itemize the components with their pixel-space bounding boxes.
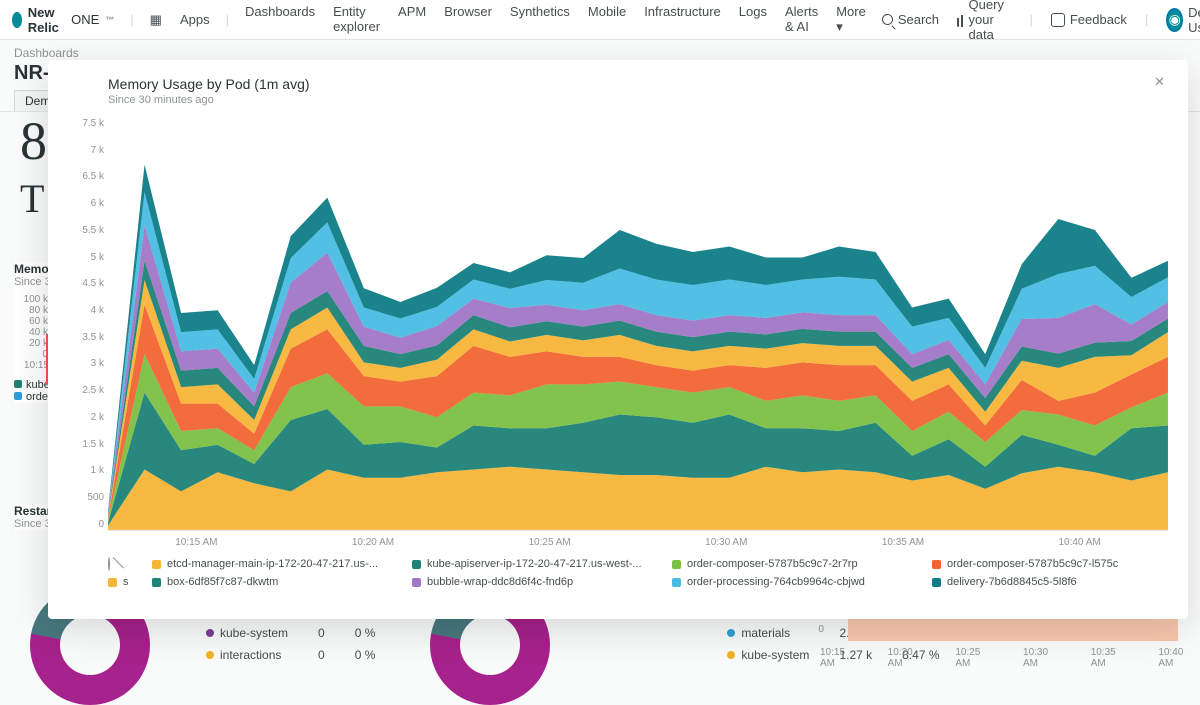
query-link[interactable]: Query your data — [957, 0, 1011, 42]
nav-infrastructure[interactable]: Infrastructure — [644, 4, 721, 35]
nav-browser[interactable]: Browser — [444, 4, 492, 35]
legend-item[interactable]: etcd-manager-main-ip-172-20-47-217.us-..… — [152, 558, 388, 570]
user-menu[interactable]: ◉ Demo User ▾ — [1166, 5, 1200, 35]
close-icon[interactable]: ✕ — [1154, 74, 1172, 92]
modal-subtitle: Since 30 minutes ago — [108, 94, 1168, 106]
nav-links: Dashboards Entity explorer APM Browser Synth… — [245, 4, 866, 35]
search-icon — [882, 14, 893, 25]
legend-item[interactable]: kube-apiserver-ip-172-20-47-217.us-west-… — [412, 558, 648, 570]
top-nav: New Relic ONE ™ | ▦ Apps | DashboardsEnt… — [0, 0, 1200, 40]
feedback-link[interactable]: Feedback — [1051, 12, 1127, 27]
table-row[interactable]: kube-system00 % — [192, 623, 389, 643]
y-axis-labels: 7.5 k7 k6.5 k6 k5.5 k5 k4.5 k4 k3.5 k3 k… — [60, 118, 104, 530]
bottom-xlabels: 10:15 AM10:20 AM10:25 AM10:30 AM10:35 AM… — [820, 647, 1200, 669]
logo-icon — [12, 12, 22, 28]
modal-title: Memory Usage by Pod (1m avg) — [108, 76, 1168, 92]
nav-mobile[interactable]: Mobile — [588, 4, 626, 35]
legend-item[interactable]: order-composer-5787b5c9c7-l575c — [932, 558, 1168, 570]
logo[interactable]: New Relic ONE ™ — [12, 5, 114, 35]
nav-logs[interactable]: Logs — [739, 4, 767, 35]
chart: 7.5 k7 k6.5 k6 k5.5 k5 k4.5 k4 k3.5 k3 k… — [108, 118, 1168, 548]
nav-right: Search Query your data | Feedback | ◉ De… — [882, 0, 1200, 42]
feedback-icon — [1051, 13, 1065, 27]
nav-apm[interactable]: APM — [398, 4, 426, 35]
brand: New Relic — [28, 5, 65, 35]
bg-number: 8 — [20, 110, 47, 172]
table-row[interactable]: interactions00 % — [192, 645, 389, 665]
chart-icon — [957, 13, 963, 27]
legend-item[interactable]: bubble-wrap-ddc8d6f4c-fnd6p — [412, 576, 648, 588]
search-link[interactable]: Search — [882, 12, 939, 27]
legend-item[interactable]: box-6df85f7c87-dkwtm — [152, 576, 388, 588]
chart-modal: ✕ Memory Usage by Pod (1m avg) Since 30 … — [48, 60, 1188, 619]
legend-item[interactable]: order-composer-5787b5c9c7-2r7rp — [672, 558, 908, 570]
x-axis-labels: 10:15 AM10:20 AM10:25 AM10:30 AM10:35 AM… — [108, 537, 1168, 548]
legend-item[interactable]: delivery-7b6d8845c5-5l8f6 — [932, 576, 1168, 588]
nav-entity-explorer[interactable]: Entity explorer — [333, 4, 380, 35]
legend-reset[interactable] — [108, 558, 128, 570]
breadcrumb[interactable]: Dashboards — [0, 40, 1200, 60]
bottom-table-left: kube-system00 %interactions00 % — [190, 621, 391, 667]
nav-synthetics[interactable]: Synthetics — [510, 4, 570, 35]
apps-link[interactable]: ▦ Apps — [150, 12, 210, 28]
chart-legend: etcd-manager-main-ip-172-20-47-217.us-..… — [108, 558, 1168, 588]
nav-more[interactable]: More ▾ — [836, 4, 866, 35]
legend-item[interactable]: order-processing-764cb9964c-cbjwd — [672, 576, 908, 588]
tm: ™ — [105, 15, 114, 25]
brand-one: ONE — [71, 12, 99, 27]
legend-item[interactable]: sms-notification-6c79dd6ddf-cft4n — [108, 576, 128, 588]
chart-plot[interactable] — [108, 118, 1168, 531]
apps-icon: ▦ — [150, 12, 162, 28]
avatar-icon: ◉ — [1166, 8, 1183, 32]
nav-alerts-ai[interactable]: Alerts & AI — [785, 4, 818, 35]
nav-dashboards[interactable]: Dashboards — [245, 4, 315, 35]
reset-icon — [108, 557, 110, 571]
bg-letter: T — [20, 175, 44, 222]
